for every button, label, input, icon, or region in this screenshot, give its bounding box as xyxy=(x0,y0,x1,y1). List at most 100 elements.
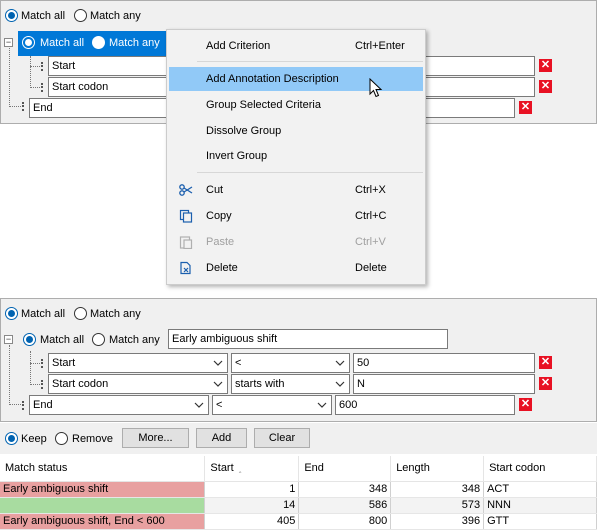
context-menu: Add Criterion Ctrl+Enter Add Annotation … xyxy=(166,29,426,285)
table-row[interactable]: 14 586 573 NNN xyxy=(0,497,597,514)
group-description-input[interactable]: Early ambiguous shift xyxy=(168,329,448,349)
end-cell: 348 xyxy=(298,481,392,498)
delete-criterion-icon[interactable]: ✕ xyxy=(519,101,532,114)
start-cell: 14 xyxy=(204,497,300,514)
keep-radio[interactable] xyxy=(5,432,18,445)
chevron-down-icon xyxy=(335,360,345,366)
bottom-match-any-label[interactable]: Match any xyxy=(90,308,141,321)
chevron-down-icon xyxy=(335,381,345,387)
delete-criterion-icon[interactable]: ✕ xyxy=(539,377,552,390)
menu-item-cut[interactable]: Cut Ctrl+X xyxy=(169,178,423,202)
length-cell: 573 xyxy=(390,497,485,514)
criterion-operator-select-start[interactable]: < xyxy=(231,353,350,373)
paste-icon xyxy=(179,236,193,249)
drag-handle-icon[interactable] xyxy=(41,83,43,92)
drag-handle-icon[interactable] xyxy=(41,62,43,71)
clear-button[interactable]: Clear xyxy=(254,428,310,448)
chevron-down-icon xyxy=(213,360,223,366)
top-match-all-radio[interactable] xyxy=(5,9,18,22)
table-row[interactable]: Early ambiguous shift 1 348 348 ACT xyxy=(0,481,597,498)
more-button[interactable]: More... xyxy=(122,428,189,448)
start-codon-cell: NNN xyxy=(483,497,597,514)
match-status-cell: Early ambiguous shift, End < 600 xyxy=(0,513,206,530)
menu-item-invert-group[interactable]: Invert Group xyxy=(169,144,423,168)
drag-handle-icon[interactable] xyxy=(41,359,43,368)
bottom-criteria-panel: Match all Match any − Match all Match an… xyxy=(0,298,597,422)
criterion-field-select-start-codon[interactable]: Start codon xyxy=(48,374,228,394)
menu-item-copy[interactable]: Copy Ctrl+C xyxy=(169,204,423,228)
length-cell: 396 xyxy=(390,513,485,530)
column-header-match-status[interactable]: Match status xyxy=(0,456,206,482)
remove-label[interactable]: Remove xyxy=(72,433,113,446)
group-collapse-icon[interactable]: − xyxy=(4,335,13,344)
menu-item-paste[interactable]: Paste Ctrl+V xyxy=(169,230,423,254)
drag-handle-icon[interactable] xyxy=(22,401,24,410)
match-status-cell xyxy=(0,497,206,514)
column-header-length[interactable]: Length xyxy=(390,456,485,482)
group-match-all-radio[interactable] xyxy=(22,36,35,49)
mouse-cursor-icon xyxy=(369,78,383,98)
criterion-value-input-end[interactable]: 600 xyxy=(335,395,515,415)
group-match-all-label[interactable]: Match all xyxy=(40,37,84,50)
keep-label[interactable]: Keep xyxy=(21,433,47,446)
delete-criterion-icon[interactable]: ✕ xyxy=(539,356,552,369)
menu-item-add-criterion[interactable]: Add Criterion Ctrl+Enter xyxy=(169,34,423,58)
end-cell: 586 xyxy=(298,497,392,514)
delete-criterion-icon[interactable]: ✕ xyxy=(519,398,532,411)
criterion-field-select-start[interactable]: Start xyxy=(48,353,228,373)
top-criterion-field-start[interactable]: Start xyxy=(48,56,168,76)
menu-item-dissolve-group[interactable]: Dissolve Group xyxy=(169,119,423,143)
start-cell: 1 xyxy=(204,481,300,498)
match-status-cell: Early ambiguous shift xyxy=(0,481,206,498)
column-header-start[interactable]: Start ‸ xyxy=(204,456,300,482)
drag-handle-icon[interactable] xyxy=(22,102,24,111)
top-criterion-value-start[interactable] xyxy=(425,56,535,76)
end-cell: 800 xyxy=(298,513,392,530)
top-criterion-value-end[interactable] xyxy=(425,98,515,118)
top-match-any-label[interactable]: Match any xyxy=(90,10,141,23)
chevron-down-icon xyxy=(194,402,204,408)
copy-icon xyxy=(179,209,193,223)
top-match-all-label[interactable]: Match all xyxy=(21,10,65,23)
add-button[interactable]: Add xyxy=(196,428,247,448)
menu-separator xyxy=(197,61,423,62)
top-match-any-radio[interactable] xyxy=(74,9,87,22)
top-criterion-field-start-codon[interactable]: Start codon xyxy=(48,77,168,97)
remove-radio[interactable] xyxy=(55,432,68,445)
delete-icon xyxy=(180,261,191,275)
column-header-end[interactable]: End xyxy=(298,456,392,482)
menu-item-delete[interactable]: Delete Delete xyxy=(169,256,423,280)
bottom-match-any-radio[interactable] xyxy=(74,307,87,320)
column-header-start-codon[interactable]: Start codon xyxy=(483,456,597,482)
bottom-group-match-all-label[interactable]: Match all xyxy=(40,334,84,347)
menu-item-add-annotation-description[interactable]: Add Annotation Description xyxy=(169,67,423,91)
chevron-down-icon xyxy=(317,402,327,408)
top-criterion-value-start-codon[interactable] xyxy=(425,77,535,97)
delete-criterion-icon[interactable]: ✕ xyxy=(539,59,552,72)
group-collapse-icon[interactable]: − xyxy=(4,38,13,47)
bottom-group-match-all-radio[interactable] xyxy=(23,333,36,346)
chevron-down-icon xyxy=(213,381,223,387)
menu-item-group-selected-criteria[interactable]: Group Selected Criteria xyxy=(169,93,423,117)
top-criterion-field-end[interactable]: End xyxy=(29,98,168,118)
length-cell: 348 xyxy=(390,481,485,498)
criterion-field-select-end[interactable]: End xyxy=(29,395,209,415)
criterion-value-input-start[interactable]: 50 xyxy=(353,353,535,373)
group-match-any-radio[interactable] xyxy=(92,36,105,49)
sort-ascending-icon: ‸ xyxy=(238,464,242,474)
start-codon-cell: ACT xyxy=(483,481,597,498)
bottom-group-match-any-label[interactable]: Match any xyxy=(109,334,160,347)
criterion-value-input-start-codon[interactable]: N xyxy=(353,374,535,394)
criterion-operator-select-end[interactable]: < xyxy=(212,395,332,415)
bottom-group-match-any-radio[interactable] xyxy=(92,333,105,346)
start-codon-cell: GTT xyxy=(483,513,597,530)
bottom-match-all-radio[interactable] xyxy=(5,307,18,320)
drag-handle-icon[interactable] xyxy=(41,380,43,389)
scissors-icon xyxy=(179,184,193,196)
action-bar: Keep Remove More... Add Clear xyxy=(0,423,597,454)
criterion-operator-select-start-codon[interactable]: starts with xyxy=(231,374,350,394)
bottom-match-all-label[interactable]: Match all xyxy=(21,308,65,321)
table-row[interactable]: Early ambiguous shift, End < 600 405 800… xyxy=(0,513,597,530)
group-match-any-label[interactable]: Match any xyxy=(109,37,160,50)
delete-criterion-icon[interactable]: ✕ xyxy=(539,80,552,93)
